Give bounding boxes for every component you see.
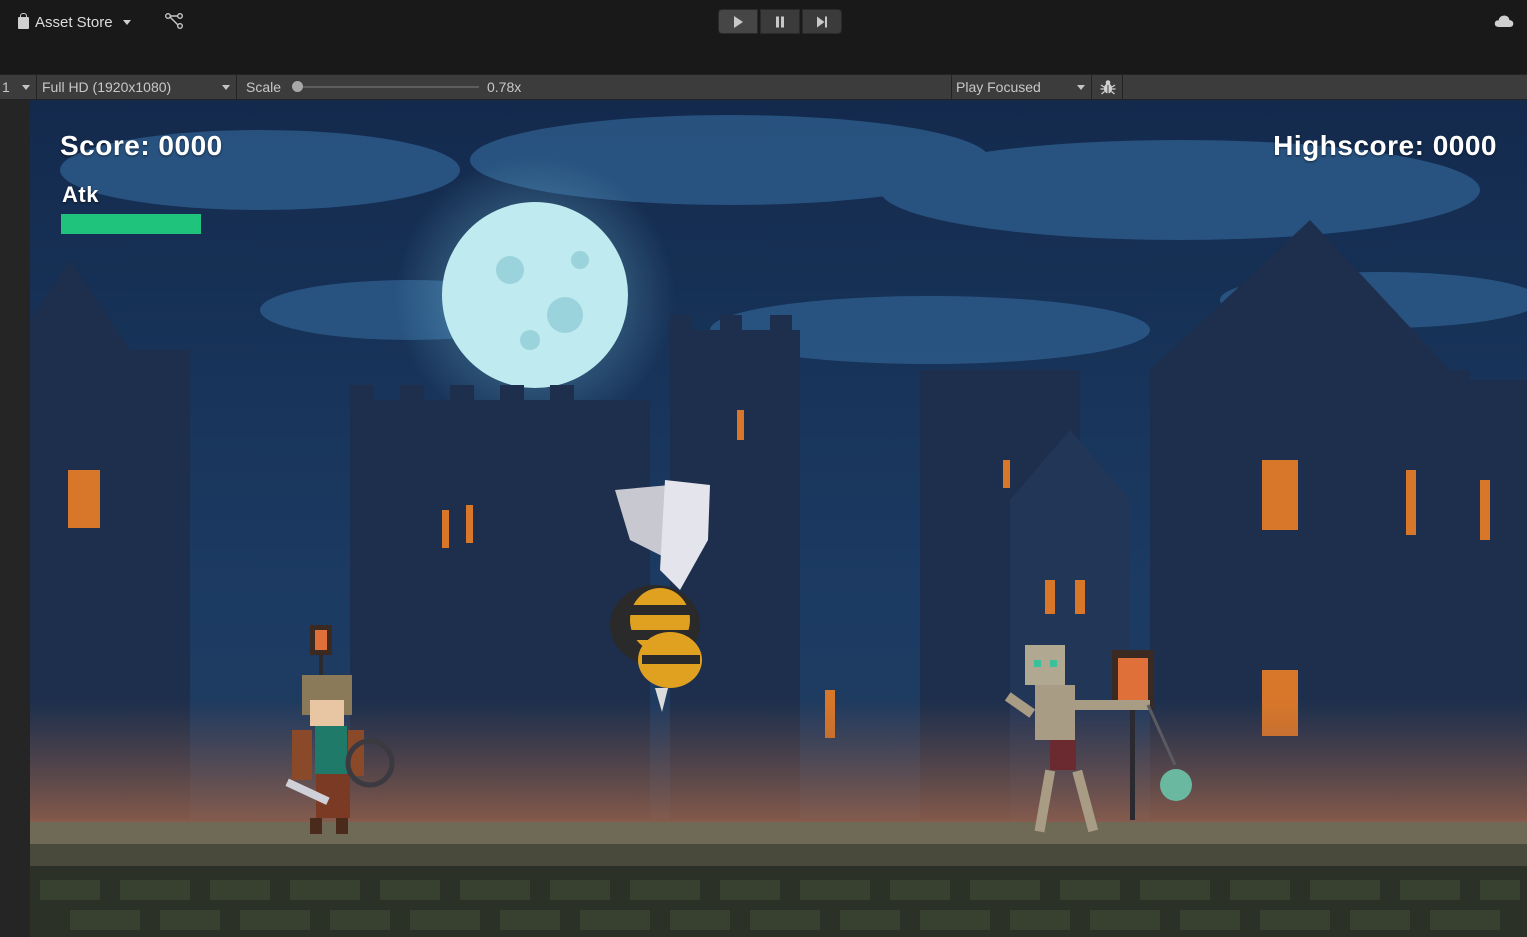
stone-path-top: [30, 822, 1527, 844]
play-mode-dropdown[interactable]: Play Focused: [951, 75, 1092, 99]
scale-slider-track[interactable]: [297, 86, 479, 88]
step-button[interactable]: [802, 9, 842, 34]
score-text: Score: 0000: [60, 130, 223, 161]
resolution-dropdown[interactable]: Full HD (1920x1080): [38, 75, 237, 99]
game-view-toolbar: 1 Full HD (1920x1080) Scale 0.78x Play F…: [0, 74, 1527, 100]
chevron-down-icon: [1077, 85, 1085, 90]
play-icon: [734, 15, 743, 28]
game-view[interactable]: Score: 0000 Highscore: 0000 Atk: [30, 100, 1527, 937]
attack-bar: [61, 214, 201, 234]
display-dropdown[interactable]: 1: [0, 75, 37, 99]
ground-fog: [30, 700, 1527, 830]
scale-slider-handle[interactable]: [292, 81, 303, 92]
asset-store-menu[interactable]: Asset Store: [18, 12, 131, 32]
hierarchy-panel-edge: [0, 100, 30, 937]
highscore-text: Highscore: 0000: [1273, 130, 1497, 161]
attack-bar-fill: [61, 214, 201, 234]
playback-controls: [718, 9, 842, 34]
display-value: 1: [2, 79, 10, 95]
chevron-down-icon: [122, 19, 131, 25]
moon: [395, 155, 675, 435]
play-button[interactable]: [718, 9, 758, 34]
scale-value: 0.78x: [487, 79, 522, 95]
chevron-down-icon: [22, 85, 30, 90]
main-toolbar: Asset Store: [0, 0, 1527, 74]
shopping-bag-icon: [18, 13, 29, 29]
stone-path-edge: [30, 844, 1527, 866]
debug-button[interactable]: [1093, 75, 1123, 99]
pause-icon: [776, 16, 784, 27]
bug-icon: [1100, 80, 1115, 95]
asset-store-label: Asset Store: [35, 13, 113, 31]
step-forward-icon: [817, 16, 827, 27]
cloud-icon[interactable]: [1494, 14, 1514, 28]
game-scene: [30, 100, 1527, 937]
package-graph-icon[interactable]: [164, 12, 184, 30]
play-mode-value: Play Focused: [956, 79, 1041, 95]
chevron-down-icon: [222, 85, 230, 90]
attack-label: Atk: [62, 182, 99, 207]
resolution-value: Full HD (1920x1080): [42, 79, 172, 95]
scale-label: Scale: [246, 79, 282, 95]
pause-button[interactable]: [760, 9, 800, 34]
